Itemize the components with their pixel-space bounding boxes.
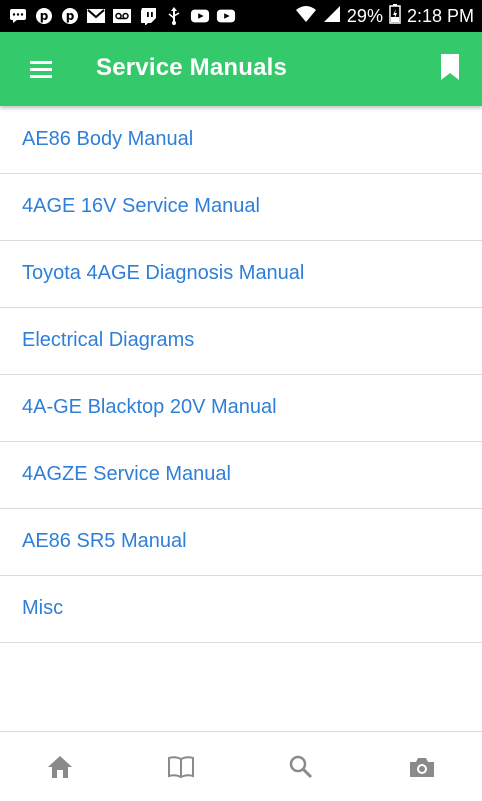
voicemail-icon	[112, 6, 132, 26]
manual-list: AE86 Body Manual 4AGE 16V Service Manual…	[0, 107, 482, 643]
youtube-icon	[216, 6, 236, 26]
battery-percentage: 29%	[347, 6, 383, 27]
bookmark-icon	[438, 52, 462, 84]
tab-manuals[interactable]	[121, 732, 242, 801]
app-bar: Service Manuals	[0, 32, 482, 106]
bookmark-button[interactable]	[438, 52, 462, 84]
list-item-label[interactable]: 4AGZE Service Manual	[22, 463, 231, 486]
search-icon	[288, 754, 314, 780]
tab-camera[interactable]	[362, 732, 482, 801]
message-icon	[8, 6, 28, 26]
signal-icon	[323, 5, 341, 28]
pinterest-icon: p	[60, 6, 80, 26]
usb-icon	[164, 6, 184, 26]
menu-button[interactable]	[28, 58, 56, 80]
list-item[interactable]: 4A-GE Blacktop 20V Manual	[0, 375, 482, 442]
list-item[interactable]: Misc	[0, 576, 482, 643]
book-icon	[167, 755, 195, 779]
bottom-nav	[0, 731, 482, 801]
svg-text:p: p	[40, 9, 49, 23]
list-item-label[interactable]: Electrical Diagrams	[22, 329, 194, 352]
list-item-label[interactable]: AE86 SR5 Manual	[22, 530, 187, 553]
list-item[interactable]: AE86 Body Manual	[0, 107, 482, 174]
home-icon	[46, 754, 74, 780]
clock: 2:18 PM	[407, 6, 474, 27]
list-item-label[interactable]: Toyota 4AGE Diagnosis Manual	[22, 262, 304, 285]
page-title: Service Manuals	[96, 54, 287, 82]
svg-text:p: p	[66, 9, 75, 23]
list-item[interactable]: AE86 SR5 Manual	[0, 509, 482, 576]
pinterest-icon: p	[34, 6, 54, 26]
list-item-label[interactable]: AE86 Body Manual	[22, 128, 193, 151]
tab-search[interactable]	[241, 732, 362, 801]
list-item[interactable]: Toyota 4AGE Diagnosis Manual	[0, 241, 482, 308]
gmail-icon	[86, 6, 106, 26]
list-item-label[interactable]: Misc	[22, 597, 63, 620]
notification-icons: p p	[8, 6, 236, 26]
list-item[interactable]: 4AGE 16V Service Manual	[0, 174, 482, 241]
system-status: 29% 2:18 PM	[295, 4, 474, 29]
list-item[interactable]: 4AGZE Service Manual	[0, 442, 482, 509]
tab-home[interactable]	[0, 732, 121, 801]
status-bar: p p 29% 2:18	[0, 0, 482, 32]
twitch-icon	[138, 6, 158, 26]
menu-icon	[28, 58, 56, 80]
wifi-icon	[295, 5, 317, 28]
list-item-label[interactable]: 4A-GE Blacktop 20V Manual	[22, 396, 277, 419]
battery-icon	[389, 4, 401, 29]
list-item[interactable]: Electrical Diagrams	[0, 308, 482, 375]
list-item-label[interactable]: 4AGE 16V Service Manual	[22, 195, 260, 218]
youtube-icon	[190, 6, 210, 26]
camera-icon	[408, 755, 436, 779]
